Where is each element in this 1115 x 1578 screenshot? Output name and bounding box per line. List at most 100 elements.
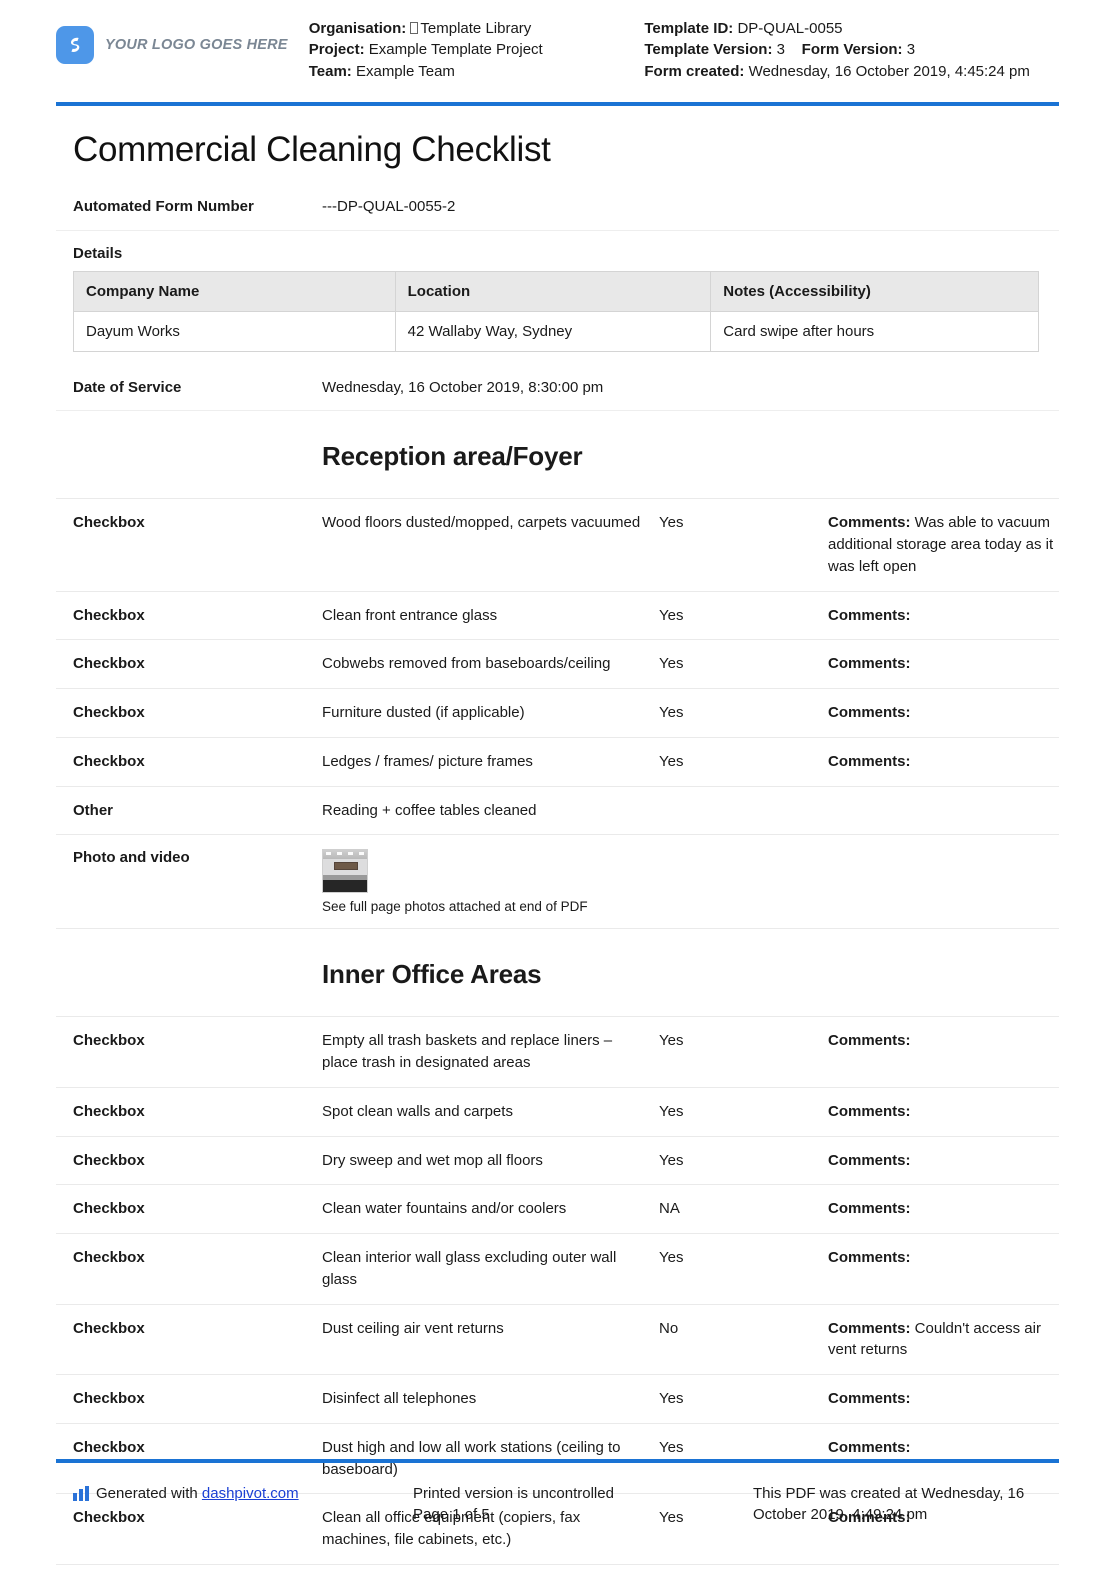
row-task: Reading + coffee tables cleaned	[322, 801, 537, 819]
date-of-service-value: Wednesday, 16 October 2019, 8:30:00 pm	[322, 378, 604, 396]
photo-caption: See full page photos attached at end of …	[322, 899, 588, 915]
table-row: Checkbox Clean interior wall glass exclu…	[56, 1234, 1059, 1305]
table-row: Checkbox Spot clean walls and carpets Ye…	[56, 1088, 1059, 1137]
table-row: Checkbox Clean water fountains and/or co…	[56, 1185, 1059, 1235]
details-col-notes: Notes (Accessibility)	[710, 270, 1039, 312]
date-of-service-row: Date of Service Wednesday, 16 October 20…	[56, 366, 1059, 412]
automated-form-number-value: ---DP-QUAL-0055-2	[322, 198, 456, 215]
comments-label: Comments:	[828, 1200, 911, 1218]
template-version-value: 3	[776, 41, 785, 59]
organisation-value: Template Library	[420, 20, 532, 37]
row-task: Furniture dusted (if applicable)	[322, 704, 525, 722]
project-value: Example Template Project	[368, 41, 543, 59]
row-comments: Comments:	[828, 1198, 1056, 1220]
comments-label: Comments:	[828, 1438, 911, 1456]
details-cell-location: 42 Wallaby Way, Sydney	[394, 310, 712, 352]
details-col-location: Location	[394, 270, 712, 312]
row-comments: Comments:	[828, 1437, 1056, 1459]
comments-label: Comments:	[828, 1102, 911, 1120]
table-row: Checkbox Clean front entrance glass Yes …	[56, 592, 1059, 641]
comments-label: Comments:	[828, 655, 911, 673]
row-type: Checkbox	[73, 655, 145, 673]
comments-label: Comments:	[828, 704, 911, 722]
row-task: Wood floors dusted/mopped, carpets vacuu…	[322, 514, 641, 532]
table-row: Other Reading + coffee tables cleaned	[56, 787, 1059, 836]
comments-label: Comments:	[828, 1319, 911, 1337]
form-created-value: Wednesday, 16 October 2019, 4:45:24 pm	[748, 62, 1030, 80]
row-status: Yes	[659, 752, 684, 770]
footer-divider	[56, 1458, 1059, 1463]
table-row: Checkbox Wood floors dusted/mopped, carp…	[56, 499, 1059, 592]
row-type: Checkbox	[73, 1390, 145, 1408]
row-type: Checkbox	[73, 1102, 145, 1120]
row-task: Clean water fountains and/or coolers	[322, 1200, 567, 1218]
row-status: Yes	[659, 514, 684, 532]
row-task: Empty all trash baskets and replace line…	[322, 1032, 613, 1072]
row-status: Yes	[659, 1102, 684, 1120]
row-status: Yes	[659, 704, 684, 722]
row-status: Yes	[659, 1151, 684, 1169]
table-row: Checkbox Cobwebs removed from baseboards…	[56, 640, 1059, 690]
thumb-desk	[334, 862, 358, 871]
header-divider	[56, 102, 1059, 106]
comments-label: Comments:	[828, 514, 911, 532]
template-id-label: Template ID:	[644, 20, 734, 37]
form-version-label: Form Version:	[801, 41, 903, 59]
pdf-created-text: This PDF was created at Wednesday, 16 Oc…	[753, 1484, 1025, 1524]
row-type: Checkbox	[73, 1249, 145, 1267]
form-version-value: 3	[906, 41, 916, 59]
team-value: Example Team	[355, 62, 455, 80]
row-type: Other	[73, 801, 114, 819]
page-number-text: Page 1 of 5	[413, 1506, 490, 1524]
row-comments: Comments:	[828, 1101, 1056, 1123]
automated-form-number-label: Automated Form Number	[73, 198, 254, 215]
comments-label: Comments:	[828, 1249, 911, 1267]
template-id-value: DP-QUAL-0055	[737, 20, 843, 37]
table-row: Checkbox Dry sweep and wet mop all floor…	[56, 1137, 1059, 1186]
details-table: Company Name Location Notes (Accessibili…	[73, 270, 1039, 352]
table-row: Dayum Works 42 Wallaby Way, Sydney Card …	[73, 310, 1039, 352]
organisation-line: Organisation: Template Library	[309, 18, 645, 39]
row-task: Dry sweep and wet mop all floors	[322, 1151, 543, 1169]
form-created-line: Form created: Wednesday, 16 October 2019…	[644, 61, 1059, 82]
organisation-label: Organisation:	[308, 20, 407, 37]
dashpivot-link[interactable]: dashpivot.com	[202, 1485, 299, 1502]
company-logo-icon	[56, 26, 94, 64]
form-created-label: Form created:	[644, 62, 745, 80]
project-line: Project: Example Template Project	[309, 39, 645, 60]
logo-block: YOUR LOGO GOES HERE	[56, 18, 309, 64]
photo-thumbnail[interactable]	[322, 849, 368, 894]
checklist-reception: Checkbox Wood floors dusted/mopped, carp…	[56, 498, 1059, 930]
thumb-floor	[323, 880, 367, 893]
photo-and-video-row: Photo and video See full page photos att…	[56, 835, 1059, 930]
details-section-label: Details	[73, 244, 123, 262]
page-title: Commercial Cleaning Checklist	[73, 130, 551, 169]
document-footer: Generated with dashpivot.com Printed ver…	[56, 1458, 1059, 1527]
row-type: Checkbox	[73, 704, 145, 722]
row-type: Checkbox	[73, 1200, 145, 1218]
row-comments: Comments: Couldn't access air vent retur…	[828, 1318, 1056, 1362]
row-type: Checkbox	[73, 514, 145, 532]
uncontrolled-text: Printed version is uncontrolled	[413, 1484, 614, 1502]
row-comments: Comments: Was able to vacuum additional …	[828, 512, 1056, 577]
version-line: Template Version: 3 Form Version: 3	[644, 39, 1059, 60]
row-type: Checkbox	[73, 752, 145, 770]
details-cell-notes: Card swipe after hours	[710, 310, 1039, 352]
row-task: Clean interior wall glass excluding oute…	[322, 1249, 617, 1288]
table-row: Checkbox Ledges / frames/ picture frames…	[56, 738, 1059, 787]
logo-placeholder-text: YOUR LOGO GOES HERE	[105, 37, 288, 53]
row-task: Dust ceiling air vent returns	[322, 1319, 504, 1337]
team-line: Team: Example Team	[309, 61, 645, 82]
section-heading-inner-office: Inner Office Areas	[322, 959, 542, 990]
details-col-company-name: Company Name	[73, 270, 396, 312]
row-type: Checkbox	[73, 1319, 145, 1337]
row-task: Spot clean walls and carpets	[322, 1102, 513, 1120]
document-header: YOUR LOGO GOES HERE Organisation: Templa…	[56, 0, 1059, 96]
row-status: Yes	[659, 655, 684, 673]
project-label: Project:	[308, 41, 365, 59]
footer-columns: Generated with dashpivot.com Printed ver…	[56, 1483, 1059, 1527]
row-status: Yes	[659, 606, 684, 624]
row-comments: Comments:	[828, 1030, 1056, 1052]
comments-label: Comments:	[828, 1032, 911, 1050]
template-id-line: Template ID: DP-QUAL-0055	[644, 18, 1059, 39]
